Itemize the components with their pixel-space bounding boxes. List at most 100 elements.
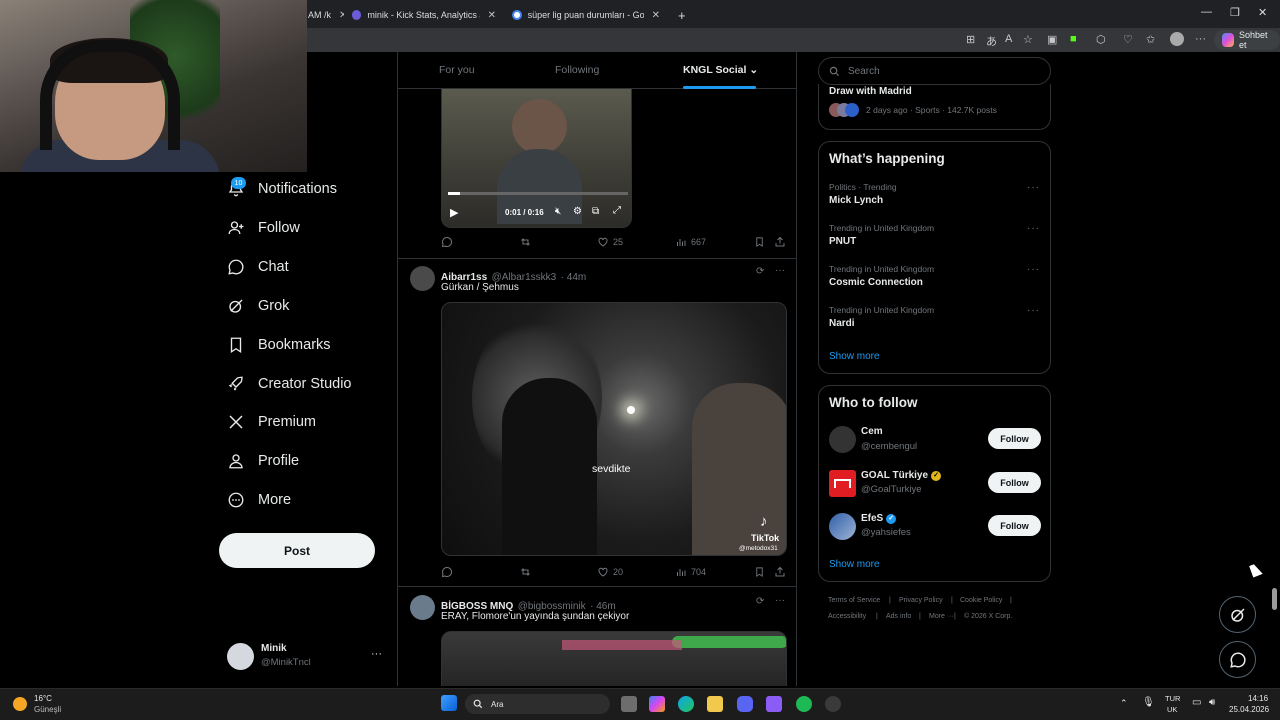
restore-icon[interactable]: ❐ [1230, 6, 1240, 19]
kick-extension-icon[interactable]: ■ [1070, 33, 1077, 45]
footer-link[interactable]: Cookie Policy [960, 597, 1002, 604]
mute-icon[interactable]: 🔇︎ [555, 206, 561, 217]
apps-icon[interactable]: ⊞ [966, 33, 975, 46]
menu-more-icon[interactable]: ··· [1195, 33, 1206, 45]
extension-icon[interactable]: ▣ [1047, 33, 1057, 46]
browser-tab[interactable]: süper lig puan durumları - Google ✕ [504, 4, 668, 26]
task-view-icon[interactable] [621, 696, 637, 712]
footer-link[interactable]: Ads info [886, 613, 911, 620]
tab-for-you[interactable]: For you [439, 64, 475, 76]
language-bottom[interactable]: UK [1167, 705, 1177, 714]
more-options-icon[interactable]: ··· [775, 265, 785, 276]
new-tab-button[interactable]: + [670, 4, 690, 26]
nav-item-profile[interactable]: Profile [226, 448, 299, 474]
spotify-icon[interactable] [796, 696, 812, 712]
copilot-chat-button[interactable]: Sohbet et [1214, 30, 1280, 50]
nav-item-creator-studio[interactable]: Creator Studio [226, 371, 352, 397]
more-options-icon[interactable]: ··· [1027, 264, 1040, 275]
footer-link[interactable]: More ··· [929, 613, 954, 620]
views-button[interactable]: 667 [675, 236, 706, 248]
translate-icon[interactable]: あ [986, 33, 997, 49]
nav-item-grok[interactable]: Grok [226, 293, 289, 319]
repost-button[interactable] [519, 566, 536, 578]
reply-button[interactable] [441, 236, 457, 248]
app-icon[interactable] [766, 696, 782, 712]
microphone-icon[interactable]: 🎙︎ [1142, 697, 1155, 708]
read-aloud-icon[interactable]: A [1005, 33, 1012, 45]
trend-card[interactable]: Draw with Madrid 2 days ago · Sports · 1… [818, 84, 1051, 130]
tab-kngl-social[interactable]: KNGL Social ⌄ [683, 64, 758, 76]
steam-icon[interactable] [825, 696, 841, 712]
footer-link[interactable]: Accessibility [828, 613, 866, 620]
video-player[interactable]: ▶ 0:01 / 0:16 🔇︎ ⚙ ⧉ ⤢ [441, 89, 632, 228]
footer-link[interactable]: Privacy Policy [899, 597, 943, 604]
repost-button[interactable] [519, 236, 536, 248]
follow-button[interactable]: Follow [988, 472, 1041, 493]
windows-start-icon[interactable] [441, 695, 457, 711]
sun-icon[interactable] [13, 697, 27, 711]
nav-item-bookmarks[interactable]: Bookmarks [226, 332, 331, 358]
nav-item-more[interactable]: More [226, 487, 291, 513]
favorite-star-icon[interactable]: ☆ [1023, 33, 1033, 46]
profile-avatar-icon[interactable] [1170, 32, 1184, 46]
show-more-link[interactable]: Show more [829, 559, 880, 570]
show-more-link[interactable]: Show more [829, 351, 880, 362]
account-switcher[interactable]: Minik @MinikTncl ··· [226, 642, 386, 672]
follow-button[interactable]: Follow [988, 428, 1041, 449]
share-button[interactable] [774, 566, 790, 578]
copilot-icon[interactable] [649, 696, 665, 712]
file-explorer-icon[interactable] [707, 696, 723, 712]
play-icon[interactable]: ▶ [450, 206, 458, 219]
fullscreen-icon[interactable]: ⤢ [613, 205, 621, 216]
close-icon[interactable]: ✕ [488, 10, 496, 21]
window-close-icon[interactable]: ✕ [1258, 6, 1267, 19]
close-icon[interactable]: ✕ [652, 10, 660, 21]
footer-link[interactable]: Terms of Service [828, 597, 880, 604]
account-menu-icon[interactable]: ··· [371, 648, 382, 660]
tweet-video[interactable]: sevdikte TikTok ♪ @metodox31 [441, 302, 787, 556]
video-progress-track[interactable] [448, 192, 628, 195]
clock-date[interactable]: 25.04.2026 [1229, 705, 1269, 714]
bookmark-button[interactable] [754, 566, 769, 578]
grok-explain-icon[interactable]: ⟳ [756, 266, 764, 277]
follow-button[interactable]: Follow [988, 515, 1041, 536]
chevron-up-icon[interactable]: ⌃ [1120, 698, 1128, 709]
more-options-icon[interactable]: ··· [1027, 223, 1040, 234]
collections-icon[interactable]: ♡ [1123, 33, 1133, 46]
volume-icon[interactable]: 🔊︎ [1209, 697, 1215, 708]
search-input[interactable]: Search [818, 57, 1051, 85]
more-options-icon[interactable]: ··· [1027, 305, 1040, 316]
share-button[interactable] [774, 236, 790, 248]
nav-item-premium[interactable]: Premium [226, 409, 316, 435]
grok-floating-button[interactable] [1219, 596, 1256, 633]
tab-following[interactable]: Following [555, 64, 599, 76]
post-button[interactable]: Post [219, 533, 375, 568]
more-options-icon[interactable]: ··· [1027, 182, 1040, 193]
minimize-icon[interactable]: — [1201, 6, 1212, 18]
page-scrollbar[interactable] [1272, 588, 1277, 610]
tweet-video[interactable] [441, 631, 787, 686]
nav-item-chat[interactable]: Chat [226, 254, 289, 280]
pip-icon[interactable]: ⧉ [592, 206, 599, 217]
messages-floating-button[interactable] [1219, 641, 1256, 678]
clock-time[interactable]: 14:16 [1248, 694, 1268, 703]
discord-icon[interactable] [737, 696, 753, 712]
more-options-icon[interactable]: ··· [775, 595, 785, 606]
edge-browser-icon[interactable] [678, 696, 694, 712]
like-button[interactable]: 20 [597, 566, 623, 578]
nav-item-follow[interactable]: Follow [226, 215, 300, 241]
taskbar-search[interactable]: Ara [465, 694, 610, 714]
bookmark-button[interactable] [754, 236, 769, 248]
network-icon[interactable]: ▭ [1192, 697, 1201, 708]
settings-icon[interactable]: ⚙ [573, 206, 582, 217]
weather-desc[interactable]: Güneşli [34, 705, 61, 714]
grok-explain-icon[interactable]: ⟳ [756, 596, 764, 607]
weather-temp[interactable]: 16°C [34, 694, 52, 703]
reply-button[interactable] [441, 566, 457, 578]
post-time[interactable]: · 44m [561, 272, 587, 283]
like-button[interactable]: 25 [597, 236, 623, 248]
language-top[interactable]: TUR [1165, 694, 1180, 703]
browser-tab[interactable]: minik - Kick Stats, Analytics and C ✕ [344, 4, 504, 26]
favorites-icon[interactable]: ✩ [1146, 33, 1155, 46]
views-button[interactable]: 704 [675, 566, 706, 578]
